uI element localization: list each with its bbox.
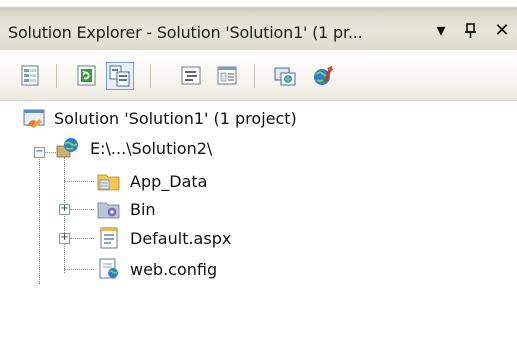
view-designer-icon[interactable] — [214, 64, 240, 88]
collapse-toggle[interactable]: − — [34, 147, 45, 158]
refresh-icon[interactable] — [74, 64, 100, 88]
tree-connector-line — [64, 269, 94, 270]
expand-toggle[interactable]: + — [59, 204, 70, 215]
toolbar-separator — [150, 64, 151, 88]
config-file-icon — [96, 258, 122, 280]
tree-node-project[interactable]: E:\...\Solution2\ — [56, 135, 212, 161]
tree-node-solution[interactable]: Solution 'Solution1' (1 project) — [22, 105, 297, 131]
toolbar-separator — [254, 64, 255, 88]
tree-connector-line — [64, 181, 94, 182]
asp-net-configuration-icon[interactable] — [310, 64, 336, 88]
folder-icon — [96, 170, 122, 192]
expand-toggle[interactable]: + — [59, 233, 70, 244]
tree-node-label: App_Data — [130, 171, 208, 191]
tree-connector-line — [70, 238, 94, 239]
view-code-icon[interactable] — [178, 64, 204, 88]
solution-tree: Solution 'Solution1' (1 project) − E:\..… — [0, 101, 517, 338]
bin-folder-icon — [96, 198, 122, 220]
tree-connector-line — [64, 157, 65, 273]
tree-connector-line — [70, 209, 94, 210]
solution-icon — [22, 107, 48, 129]
tree-node-label: web.config — [130, 259, 218, 279]
tree-node-app-data[interactable]: App_Data — [96, 168, 207, 194]
close-icon[interactable]: ✕ — [491, 19, 513, 43]
nest-related-files-icon[interactable] — [106, 62, 134, 90]
panel-titlebar: Solution Explorer - Solution 'Solution1'… — [0, 0, 517, 50]
tree-node-label: E:\...\Solution2\ — [90, 138, 213, 158]
tree-node-web-config[interactable]: web.config — [96, 256, 217, 282]
auto-hide-pin-icon[interactable] — [460, 19, 482, 43]
properties-icon[interactable] — [18, 64, 44, 88]
solution-explorer-toolbar — [0, 50, 517, 101]
tree-connector-line — [39, 152, 40, 284]
tree-node-bin[interactable]: Bin — [96, 196, 156, 222]
toolbar-separator — [56, 64, 57, 88]
panel-title: Solution Explorer - Solution 'Solution1'… — [8, 23, 363, 42]
tree-node-label: Bin — [130, 199, 156, 219]
aspx-file-icon — [96, 227, 122, 249]
copy-website-icon[interactable] — [272, 64, 298, 88]
tree-node-label: Default.aspx — [130, 228, 232, 248]
website-project-icon — [56, 137, 82, 159]
window-position-dropdown-icon[interactable]: ▾ — [430, 19, 452, 43]
tree-node-label: Solution 'Solution1' (1 project) — [54, 108, 297, 128]
tree-node-default-aspx[interactable]: Default.aspx — [96, 225, 231, 251]
